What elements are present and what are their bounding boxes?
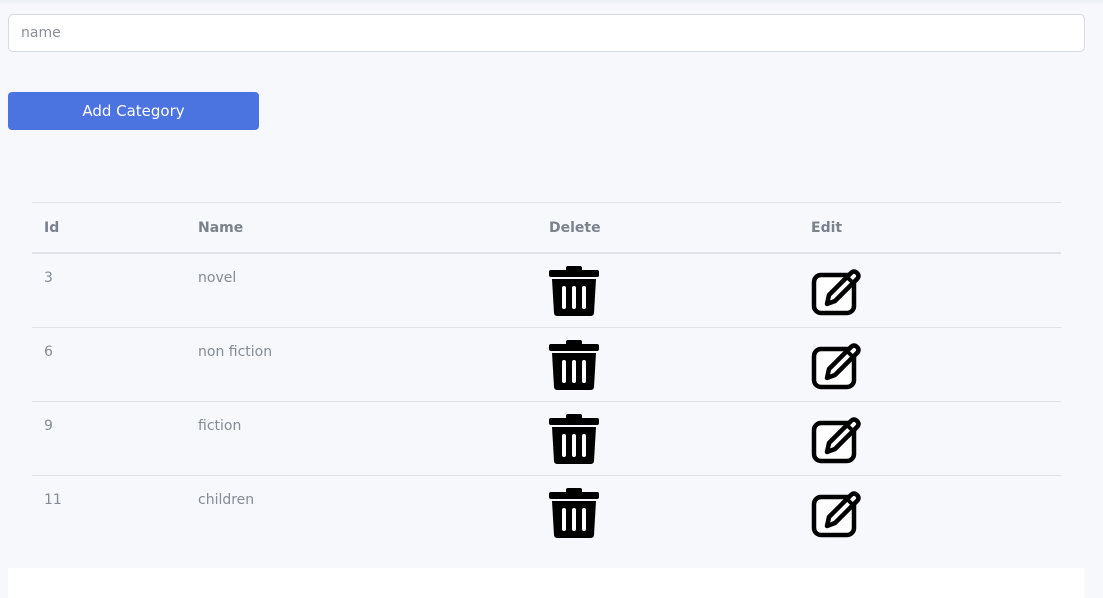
categories-table-container: Id Name Delete Edit 3 novel 6 non fiction 9 f… <box>32 202 1061 549</box>
cell-name: fiction <box>186 401 537 476</box>
trash-icon[interactable] <box>549 339 599 390</box>
edit-icon[interactable] <box>811 266 861 316</box>
edit-icon[interactable] <box>811 488 861 538</box>
edit-icon[interactable] <box>811 340 861 390</box>
table-row: 11 children <box>32 475 1061 549</box>
category-name-input[interactable] <box>8 14 1085 52</box>
cell-delete <box>537 401 799 476</box>
cell-id: 11 <box>44 491 62 508</box>
cell-delete <box>537 327 799 402</box>
cell-edit <box>799 327 1061 402</box>
table-header-row: Id Name Delete Edit <box>32 202 1061 254</box>
cell-edit <box>799 475 1061 549</box>
cell-name: novel <box>186 253 537 328</box>
cell-name: children <box>198 491 255 508</box>
cell-edit <box>799 253 1061 328</box>
table-row: 3 novel <box>32 253 1061 328</box>
top-shadow <box>0 0 1103 6</box>
edit-icon[interactable] <box>811 414 861 464</box>
cell-delete <box>537 475 799 549</box>
header-edit: Edit <box>799 202 1061 254</box>
trash-icon[interactable] <box>549 266 599 316</box>
cell-name: non fiction <box>186 327 537 402</box>
table-row: 6 non fiction <box>32 327 1061 402</box>
cell-id: 3 <box>32 253 186 328</box>
header-name: Name <box>186 202 537 254</box>
cell-id: 6 <box>32 327 186 402</box>
trash-icon[interactable] <box>549 487 599 538</box>
add-category-button[interactable]: Add Category <box>8 92 259 130</box>
cell-edit <box>799 401 1061 476</box>
bottom-panel <box>8 568 1085 598</box>
categories-table: Id Name Delete Edit 3 novel 6 non fiction 9 f… <box>32 202 1061 549</box>
header-id: Id <box>32 202 186 254</box>
cell-delete <box>537 253 799 328</box>
table-body: 3 novel 6 non fiction 9 fiction 11 children <box>32 253 1061 549</box>
header-delete: Delete <box>537 202 799 254</box>
trash-icon[interactable] <box>549 413 599 464</box>
table-row: 9 fiction <box>32 401 1061 476</box>
cell-id: 9 <box>32 401 186 476</box>
